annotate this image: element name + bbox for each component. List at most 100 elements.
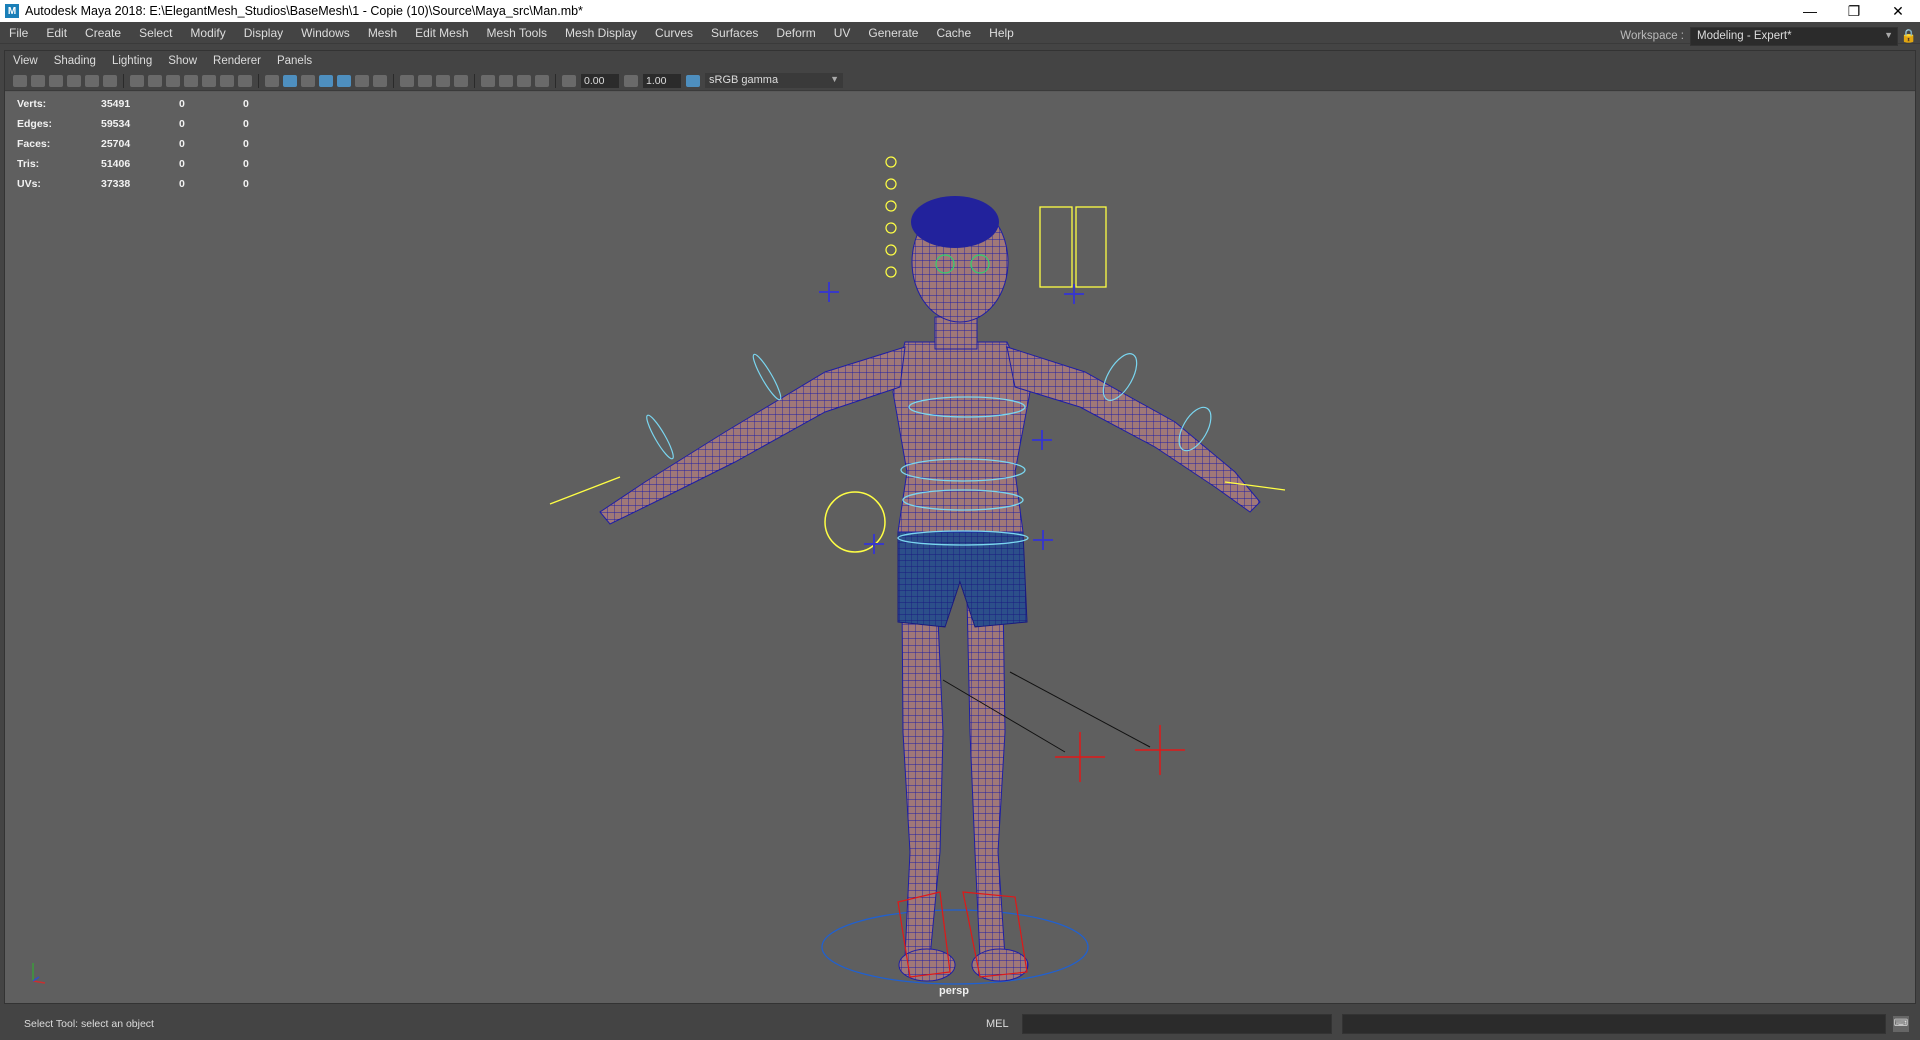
workspace-selector: Workspace : Modeling - Expert* ▼ 🔒 xyxy=(1620,22,1920,50)
shorts-mesh xyxy=(897,531,1028,628)
exposure-field[interactable]: 0.00 xyxy=(581,73,619,88)
motion-blur-icon[interactable] xyxy=(418,74,432,87)
menu-help[interactable]: Help xyxy=(980,26,1023,40)
workspace-label: Workspace : xyxy=(1620,30,1684,42)
maya-app-icon: M xyxy=(5,4,19,18)
left-foot-mesh xyxy=(898,948,956,982)
safe-action-icon[interactable] xyxy=(220,74,234,87)
menu-display[interactable]: Display xyxy=(235,26,292,40)
menu-uv[interactable]: UV xyxy=(825,26,860,40)
lights-icon[interactable] xyxy=(355,74,369,87)
menu-windows[interactable]: Windows xyxy=(292,26,359,40)
color-management-icon[interactable] xyxy=(686,74,700,87)
ambient-occlusion-icon[interactable] xyxy=(400,74,414,87)
panel-menu-show[interactable]: Show xyxy=(160,55,205,67)
script-language-toggle[interactable]: MEL xyxy=(986,1018,1009,1030)
menu-modify[interactable]: Modify xyxy=(181,26,234,40)
shadows-icon[interactable] xyxy=(373,74,387,87)
smooth-shade-icon[interactable] xyxy=(283,74,297,87)
3d-viewport[interactable]: Verts: 35491 0 0 Edges: 59534 0 0 Faces:… xyxy=(5,92,1915,1003)
wireframe-on-shaded-icon[interactable] xyxy=(319,74,333,87)
isolate-select-icon[interactable] xyxy=(481,74,495,87)
lock-icon[interactable]: 🔒 xyxy=(1898,28,1920,44)
close-button[interactable]: ✕ xyxy=(1876,0,1920,22)
textured-icon[interactable] xyxy=(337,74,351,87)
menu-select[interactable]: Select xyxy=(130,26,181,40)
left-hand-control xyxy=(549,476,621,505)
panel-menu-bar: View Shading Lighting Show Renderer Pane… xyxy=(5,51,1915,71)
menu-mesh-tools[interactable]: Mesh Tools xyxy=(478,26,556,40)
panel-menu-lighting[interactable]: Lighting xyxy=(104,55,160,67)
chevron-down-icon: ▼ xyxy=(1884,29,1893,40)
status-bar: Select Tool: select an object MEL ⌨ xyxy=(0,1008,1920,1040)
depth-of-field-icon[interactable] xyxy=(454,74,468,87)
camera-select-icon[interactable] xyxy=(13,74,27,87)
gamma-icon[interactable] xyxy=(624,74,638,87)
gate-mask-icon[interactable] xyxy=(184,74,198,87)
panel-menu-renderer[interactable]: Renderer xyxy=(205,55,269,67)
xray-icon[interactable] xyxy=(499,74,513,87)
menu-file[interactable]: File xyxy=(0,26,37,40)
xray-joints-icon[interactable] xyxy=(535,74,549,87)
face-control-panel-2 xyxy=(1075,206,1107,288)
menu-surfaces[interactable]: Surfaces xyxy=(702,26,767,40)
face-control-panel xyxy=(1039,206,1073,288)
2d-pan-zoom-icon[interactable] xyxy=(85,74,99,87)
view-transform-value: sRGB gamma xyxy=(709,74,779,86)
menu-generate[interactable]: Generate xyxy=(859,26,927,40)
menu-mesh[interactable]: Mesh xyxy=(359,26,406,40)
menu-deform[interactable]: Deform xyxy=(767,26,824,40)
image-plane-icon[interactable] xyxy=(67,74,81,87)
panel-menu-shading[interactable]: Shading xyxy=(46,55,104,67)
viewport-panel: View Shading Lighting Show Renderer Pane… xyxy=(4,50,1916,1004)
gamma-field[interactable]: 1.00 xyxy=(643,73,681,88)
bookmark-icon[interactable] xyxy=(49,74,63,87)
left-arm-mesh xyxy=(599,346,906,525)
film-gate-icon[interactable] xyxy=(148,74,162,87)
resolution-gate-icon[interactable] xyxy=(166,74,180,87)
safe-title-icon[interactable] xyxy=(238,74,252,87)
face-visibility-controls xyxy=(885,156,897,278)
command-result-field xyxy=(1342,1014,1886,1034)
panel-menu-panels[interactable]: Panels xyxy=(269,55,320,67)
menu-mesh-display[interactable]: Mesh Display xyxy=(556,26,646,40)
left-leg-mesh xyxy=(901,596,944,958)
toolbar-separator xyxy=(258,73,259,88)
workspace-dropdown[interactable]: Modeling - Expert* ▼ xyxy=(1690,26,1898,46)
help-line-message: Select Tool: select an object xyxy=(24,1018,154,1030)
workspace-value: Modeling - Expert* xyxy=(1697,29,1792,42)
menu-create[interactable]: Create xyxy=(76,26,130,40)
wireframe-icon[interactable] xyxy=(265,74,279,87)
panel-toolbar: 0.00 1.00 sRGB gamma ▼ xyxy=(5,71,1915,91)
title-bar: M Autodesk Maya 2018: E:\ElegantMesh_Stu… xyxy=(0,0,1920,22)
menu-edit[interactable]: Edit xyxy=(37,26,76,40)
toolbar-separator xyxy=(555,73,556,88)
right-leg-mesh xyxy=(966,596,1006,958)
knee-pole-targets xyxy=(1055,725,1185,782)
script-editor-icon[interactable]: ⌨ xyxy=(1893,1016,1909,1032)
left-elbow-control xyxy=(752,353,782,401)
restore-button[interactable]: ❐ xyxy=(1832,0,1876,22)
camera-attributes-icon[interactable] xyxy=(31,74,45,87)
right-arm-mesh xyxy=(1006,346,1261,513)
menu-curves[interactable]: Curves xyxy=(646,26,702,40)
anti-aliasing-icon[interactable] xyxy=(436,74,450,87)
menu-edit-mesh[interactable]: Edit Mesh xyxy=(406,26,477,40)
field-chart-icon[interactable] xyxy=(202,74,216,87)
menu-cache[interactable]: Cache xyxy=(927,26,980,40)
minimize-button[interactable]: — xyxy=(1788,0,1832,22)
toolbar-separator xyxy=(123,73,124,88)
character-rig-scene xyxy=(549,156,1286,985)
xray-active-components-icon[interactable] xyxy=(517,74,531,87)
default-material-icon[interactable] xyxy=(301,74,315,87)
command-line-input[interactable] xyxy=(1022,1014,1332,1034)
exposure-icon[interactable] xyxy=(562,74,576,87)
grid-icon[interactable] xyxy=(130,74,144,87)
chevron-down-icon: ▼ xyxy=(830,74,839,84)
grease-pencil-icon[interactable] xyxy=(103,74,117,87)
camera-label: persp xyxy=(939,985,969,997)
window-title: Autodesk Maya 2018: E:\ElegantMesh_Studi… xyxy=(25,4,583,18)
panel-menu-view[interactable]: View xyxy=(5,55,46,67)
view-transform-dropdown[interactable]: sRGB gamma ▼ xyxy=(705,73,843,88)
left-wrist-control xyxy=(646,414,674,460)
